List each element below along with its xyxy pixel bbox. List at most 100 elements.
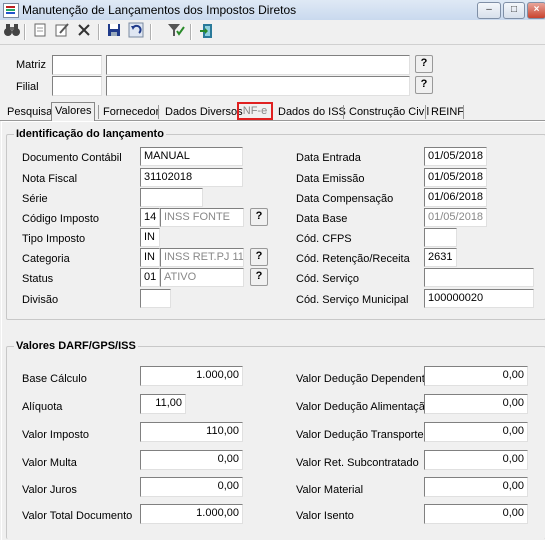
valor-deducao-transporte-field[interactable]: 0,00 [424, 422, 528, 442]
valor-imposto-field[interactable]: 110,00 [140, 422, 243, 442]
status-lookup-button[interactable]: ? [250, 268, 268, 286]
cod-retencao-field[interactable]: 2631 [424, 248, 457, 267]
valor-deducao-alimentacao-label: Valor Dedução Alimentação [296, 401, 431, 413]
toolbar-separator [190, 24, 192, 40]
base-calculo-field[interactable]: 1.000,00 [140, 366, 243, 386]
status-code-field[interactable]: 01 [140, 268, 160, 287]
filial-lookup-button[interactable]: ? [415, 76, 433, 94]
valor-ret-subcontratado-field[interactable]: 0,00 [424, 450, 528, 470]
tipo-imposto-field[interactable]: IN [140, 228, 160, 247]
valor-isento-label: Valor Isento [296, 510, 354, 522]
categoria-lookup-button[interactable]: ? [250, 248, 268, 266]
filter-check-icon[interactable] [166, 22, 186, 42]
data-emissao-label: Data Emissão [296, 173, 365, 185]
window-title: Manutenção de Lançamentos dos Impostos D… [22, 3, 297, 17]
data-compensacao-field[interactable]: 01/06/2018 [424, 188, 487, 207]
valor-ret-subcontratado-label: Valor Ret. Subcontratado [296, 457, 419, 469]
app-icon [3, 3, 19, 18]
cod-cfps-label: Cód. CFPS [296, 233, 352, 245]
serie-label: Série [22, 193, 48, 205]
matriz-label: Matriz [16, 59, 46, 71]
cod-servico-municipal-field[interactable]: 100000020 [424, 289, 534, 308]
valor-deducao-dependente-label: Valor Dedução Dependente [296, 373, 431, 385]
toolbar-separator [24, 24, 26, 40]
divisao-field[interactable] [140, 289, 171, 308]
tab-valores[interactable]: Valores [51, 102, 96, 121]
valor-total-documento-field[interactable]: 1.000,00 [140, 504, 243, 524]
matriz-name-field[interactable] [106, 55, 410, 75]
maximize-button[interactable]: □ [503, 2, 525, 19]
undo-icon[interactable] [126, 22, 146, 42]
tab-divider [158, 105, 159, 119]
minimize-button[interactable]: – [477, 2, 501, 19]
aliquota-label: Alíquota [22, 401, 63, 413]
tab-dados-do-iss[interactable]: Dados do ISS [278, 104, 346, 120]
save-icon[interactable] [104, 22, 124, 42]
filial-name-field[interactable] [106, 76, 410, 96]
status-label: Status [22, 273, 54, 285]
toolbar [0, 20, 545, 45]
base-calculo-label: Base Cálculo [22, 373, 87, 385]
toolbar-separator [150, 24, 152, 40]
documento-contabil-label: Documento Contábil [22, 152, 122, 164]
valor-juros-label: Valor Juros [22, 484, 77, 496]
tab-construcao-civil[interactable]: Construção Civil [349, 104, 429, 120]
tab-nfe[interactable]: NF-e [237, 102, 273, 120]
valor-deducao-transporte-label: Valor Dedução Transporte [296, 429, 424, 441]
edit-document-icon[interactable] [52, 22, 72, 42]
codigo-imposto-code-field[interactable]: 14 [140, 208, 160, 227]
aliquota-field[interactable]: 11,00 [140, 394, 186, 414]
tab-fornecedor[interactable]: Fornecedor [103, 104, 159, 120]
cod-servico-label: Cód. Serviço [296, 273, 359, 285]
tipo-imposto-label: Tipo Imposto [22, 233, 86, 245]
valor-deducao-alimentacao-field[interactable]: 0,00 [424, 394, 528, 414]
tab-divider [98, 105, 99, 119]
matriz-lookup-button[interactable]: ? [415, 55, 433, 73]
delete-icon[interactable] [74, 22, 94, 42]
valor-juros-field[interactable]: 0,00 [140, 477, 243, 497]
valor-deducao-dependente-field[interactable]: 0,00 [424, 366, 528, 386]
matriz-code-field[interactable] [52, 55, 102, 75]
valor-multa-label: Valor Multa [22, 457, 77, 469]
tab-pesquisa[interactable]: Pesquisa [7, 104, 52, 120]
valor-multa-field[interactable]: 0,00 [140, 450, 243, 470]
valor-isento-field[interactable]: 0,00 [424, 504, 528, 524]
cod-cfps-field[interactable] [424, 228, 457, 247]
tab-reinf[interactable]: REINF [431, 104, 464, 120]
codigo-imposto-label: Código Imposto [22, 213, 100, 225]
valor-material-field[interactable]: 0,00 [424, 477, 528, 497]
serie-field[interactable] [140, 188, 203, 207]
identificacao-title: Identificação do lançamento [14, 128, 166, 140]
categoria-code-field[interactable]: IN [140, 248, 160, 267]
tab-divider [343, 105, 344, 119]
cod-servico-field[interactable] [424, 268, 534, 287]
documento-contabil-field[interactable]: MANUAL [140, 147, 243, 166]
data-emissao-field[interactable]: 01/05/2018 [424, 168, 487, 187]
valor-total-documento-label: Valor Total Documento [22, 510, 133, 522]
data-base-field: 01/05/2018 [424, 208, 487, 227]
tab-divider [425, 105, 426, 119]
valores-title: Valores DARF/GPS/ISS [14, 340, 138, 352]
status-desc-field: ATIVO [160, 268, 244, 287]
toolbar-separator [98, 24, 100, 40]
exit-door-icon[interactable] [198, 22, 218, 42]
valor-imposto-label: Valor Imposto [22, 429, 90, 441]
filial-code-field[interactable] [52, 76, 102, 96]
binoculars-icon[interactable] [2, 22, 22, 42]
data-entrada-label: Data Entrada [296, 152, 361, 164]
data-compensacao-label: Data Compensação [296, 193, 394, 205]
valor-material-label: Valor Material [296, 484, 364, 496]
title-bar: Manutenção de Lançamentos dos Impostos D… [0, 0, 545, 21]
cod-servico-municipal-label: Cód. Serviço Municipal [296, 294, 409, 306]
codigo-imposto-desc-field: INSS FONTE [160, 208, 244, 227]
data-entrada-field[interactable]: 01/05/2018 [424, 147, 487, 166]
filial-label: Filial [16, 81, 39, 93]
new-document-icon[interactable] [30, 22, 50, 42]
codigo-imposto-lookup-button[interactable]: ? [250, 208, 268, 226]
close-button[interactable]: × [527, 2, 545, 19]
nota-fiscal-field[interactable]: 31102018 [140, 168, 243, 187]
tab-divider [463, 105, 464, 119]
data-base-label: Data Base [296, 213, 348, 225]
nota-fiscal-label: Nota Fiscal [22, 173, 78, 185]
tab-dados-diversos[interactable]: Dados Diversos [165, 104, 243, 120]
